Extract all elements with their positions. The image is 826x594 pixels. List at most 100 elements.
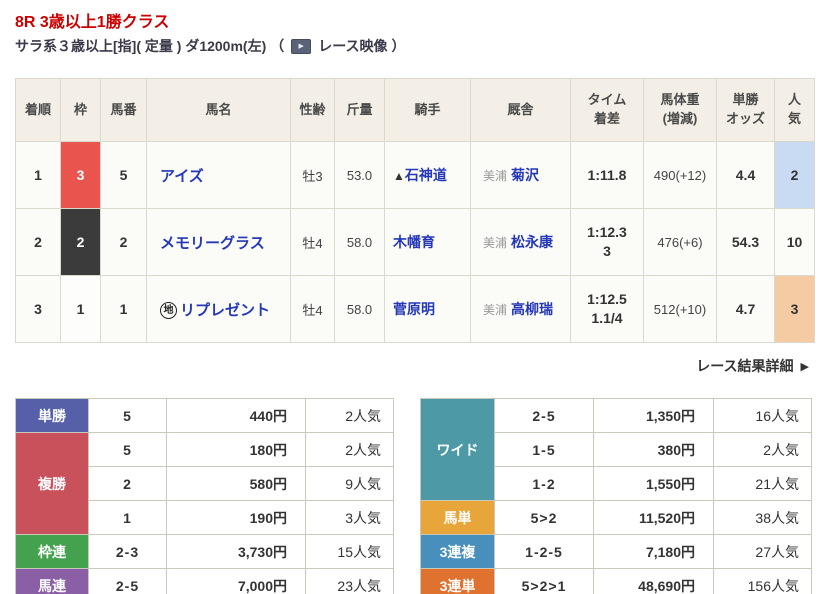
payout-popularity: 38人気 [713, 500, 812, 535]
win-odds: 4.4 [716, 141, 775, 209]
stable-link[interactable]: 高柳瑞 [511, 301, 553, 317]
carried-weight: 53.0 [334, 141, 385, 209]
stable-link[interactable]: 松永康 [511, 234, 553, 250]
stable-link[interactable]: 菊沢 [511, 167, 539, 183]
result-row-1: 1 3 5 アイズ 牡3 53.0 ▲石神道 美浦 菊沢 1:11.8 490(+… [15, 141, 815, 209]
payout-amount: 380円 [593, 432, 714, 467]
results-table: 着順 枠 馬番 馬名 性齢 斤量 騎手 厩舎 タイム 着差 馬体重 (増減) 単… [15, 78, 815, 343]
payout-row-fukusho-1: 複勝 5 180円 2人気 [15, 432, 394, 535]
bracket-number: 2 [60, 208, 101, 276]
combination: 2 [88, 466, 167, 501]
col-popularity: 人 気 [774, 78, 815, 142]
horse-name-link[interactable]: アイズ [160, 168, 204, 185]
payout-table-right: ワイド 2-5 1,350円 16人気 1-5 380円 2人気 1-2 1,5… [420, 398, 812, 594]
bracket-number: 3 [60, 141, 101, 209]
stable-area: 美浦 [483, 169, 508, 183]
payout-popularity: 9人気 [305, 466, 394, 501]
combination: 2-5 [88, 568, 167, 594]
col-weight: 斤量 [334, 78, 385, 142]
play-glyph: ▶ [298, 42, 304, 50]
jockey-link[interactable]: 石神道 [405, 167, 447, 183]
video-icon[interactable]: ▶ [291, 38, 312, 54]
race-conditions-text: サラ系３歳以上[指]( 定量 ) ダ1200m(左) [15, 38, 267, 54]
horse-name-link[interactable]: メモリーグラス [160, 235, 265, 252]
payout-popularity: 16人気 [713, 398, 812, 433]
local-horse-mark: 地 [160, 301, 177, 319]
combination: 1-5 [494, 432, 594, 467]
race-video-link[interactable]: レース映像 [318, 36, 387, 56]
payout-amount: 580円 [166, 466, 306, 501]
bet-type-wide: ワイド [420, 398, 495, 501]
popularity: 2 [774, 141, 815, 209]
payout-amount: 11,520円 [593, 500, 714, 535]
finish-time: 1:11.8 [587, 166, 627, 183]
bet-type-place: 複勝 [15, 432, 89, 535]
bet-type-win: 単勝 [15, 398, 89, 433]
payout-popularity: 3人気 [305, 500, 394, 535]
time-margin-cell: 1:12.5 1.1/4 [570, 275, 644, 343]
popularity: 3 [774, 275, 815, 343]
horse-number: 1 [100, 275, 147, 343]
bet-type-quinella: 馬連 [15, 568, 89, 594]
horse-name-cell: 地リプレゼント [146, 275, 291, 343]
payout-row-tansho: 単勝 5 440円 2人気 [15, 398, 394, 433]
combination: 5 [88, 398, 167, 433]
payout-amount: 190円 [166, 500, 306, 535]
bet-type-bracket-quinella: 枠連 [15, 534, 89, 569]
race-result-details-link[interactable]: レース結果詳細 ▶ [696, 356, 809, 376]
horse-name-link[interactable]: リプレゼント [180, 302, 270, 319]
bet-type-exacta: 馬単 [420, 500, 495, 535]
jockey-cell: 菅原明 [384, 275, 471, 343]
payout-amount: 180円 [166, 432, 306, 467]
payout-popularity: 2人気 [305, 398, 394, 433]
payout-row-umaren: 馬連 2-5 7,000円 23人気 [15, 568, 394, 594]
payout-amount: 7,000円 [166, 568, 306, 594]
horse-name-cell: アイズ [146, 141, 291, 209]
payout-row-umatan: 馬単 5>2 11,520円 38人気 [420, 500, 812, 535]
stable-area: 美浦 [483, 303, 508, 317]
jockey-cell: 木幡育 [384, 208, 471, 276]
finish-position: 3 [15, 275, 61, 343]
horse-name-cell: メモリーグラス [146, 208, 291, 276]
jockey-link[interactable]: 木幡育 [393, 234, 435, 250]
payout-amount: 1,550円 [593, 466, 714, 501]
horse-number: 2 [100, 208, 147, 276]
combination: 1 [88, 500, 167, 535]
payout-popularity: 15人気 [305, 534, 394, 569]
bracket-number: 1 [60, 275, 101, 343]
combination: 1-2-5 [494, 534, 594, 569]
payout-amount: 1,350円 [593, 398, 714, 433]
race-title: 8R 3歳以上1勝クラス [15, 14, 170, 31]
payout-amount: 440円 [166, 398, 306, 433]
col-finish: 着順 [15, 78, 61, 142]
race-conditions: サラ系３歳以上[指]( 定量 ) ダ1200m(左) （ ▶ レース映像 ） [15, 36, 406, 56]
finish-time: 1:12.5 [587, 291, 627, 308]
win-odds: 54.3 [716, 208, 775, 276]
bet-type-trio: 3連複 [420, 534, 495, 569]
result-row-2: 2 2 2 メモリーグラス 牡4 58.0 木幡育 美浦 松永康 1:12.3 3 … [15, 208, 815, 276]
payout-amount: 48,690円 [593, 568, 714, 594]
time-margin-cell: 1:12.3 3 [570, 208, 644, 276]
stable-cell: 美浦 高柳瑞 [470, 275, 571, 343]
col-body-weight: 馬体重 (増減) [643, 78, 717, 142]
col-time-margin: タイム 着差 [570, 78, 644, 142]
payout-table-left: 単勝 5 440円 2人気 複勝 5 180円 2人気 2 580円 9人気 1… [15, 398, 394, 594]
sex-age: 牡3 [290, 141, 335, 209]
combination: 2-3 [88, 534, 167, 569]
stable-cell: 美浦 菊沢 [470, 141, 571, 209]
payout-row-wide-1: ワイド 2-5 1,350円 16人気 [420, 398, 812, 501]
paren-open: （ [270, 38, 285, 54]
margin: 3 [603, 243, 611, 259]
payout-popularity: 2人気 [713, 432, 812, 467]
race-result-page: 8R 3歳以上1勝クラス サラ系３歳以上[指]( 定量 ) ダ1200m(左) … [0, 0, 826, 594]
finish-time: 1:12.3 [587, 224, 627, 241]
time-margin-cell: 1:11.8 [570, 141, 644, 209]
payout-popularity: 27人気 [713, 534, 812, 569]
sex-age: 牡4 [290, 275, 335, 343]
body-weight: 512(+10) [643, 275, 717, 343]
combination: 2-5 [494, 398, 594, 433]
col-jockey: 騎手 [384, 78, 471, 142]
payout-row-wakuren: 枠連 2-3 3,730円 15人気 [15, 534, 394, 569]
payout-popularity: 156人気 [713, 568, 812, 594]
jockey-link[interactable]: 菅原明 [393, 301, 435, 317]
